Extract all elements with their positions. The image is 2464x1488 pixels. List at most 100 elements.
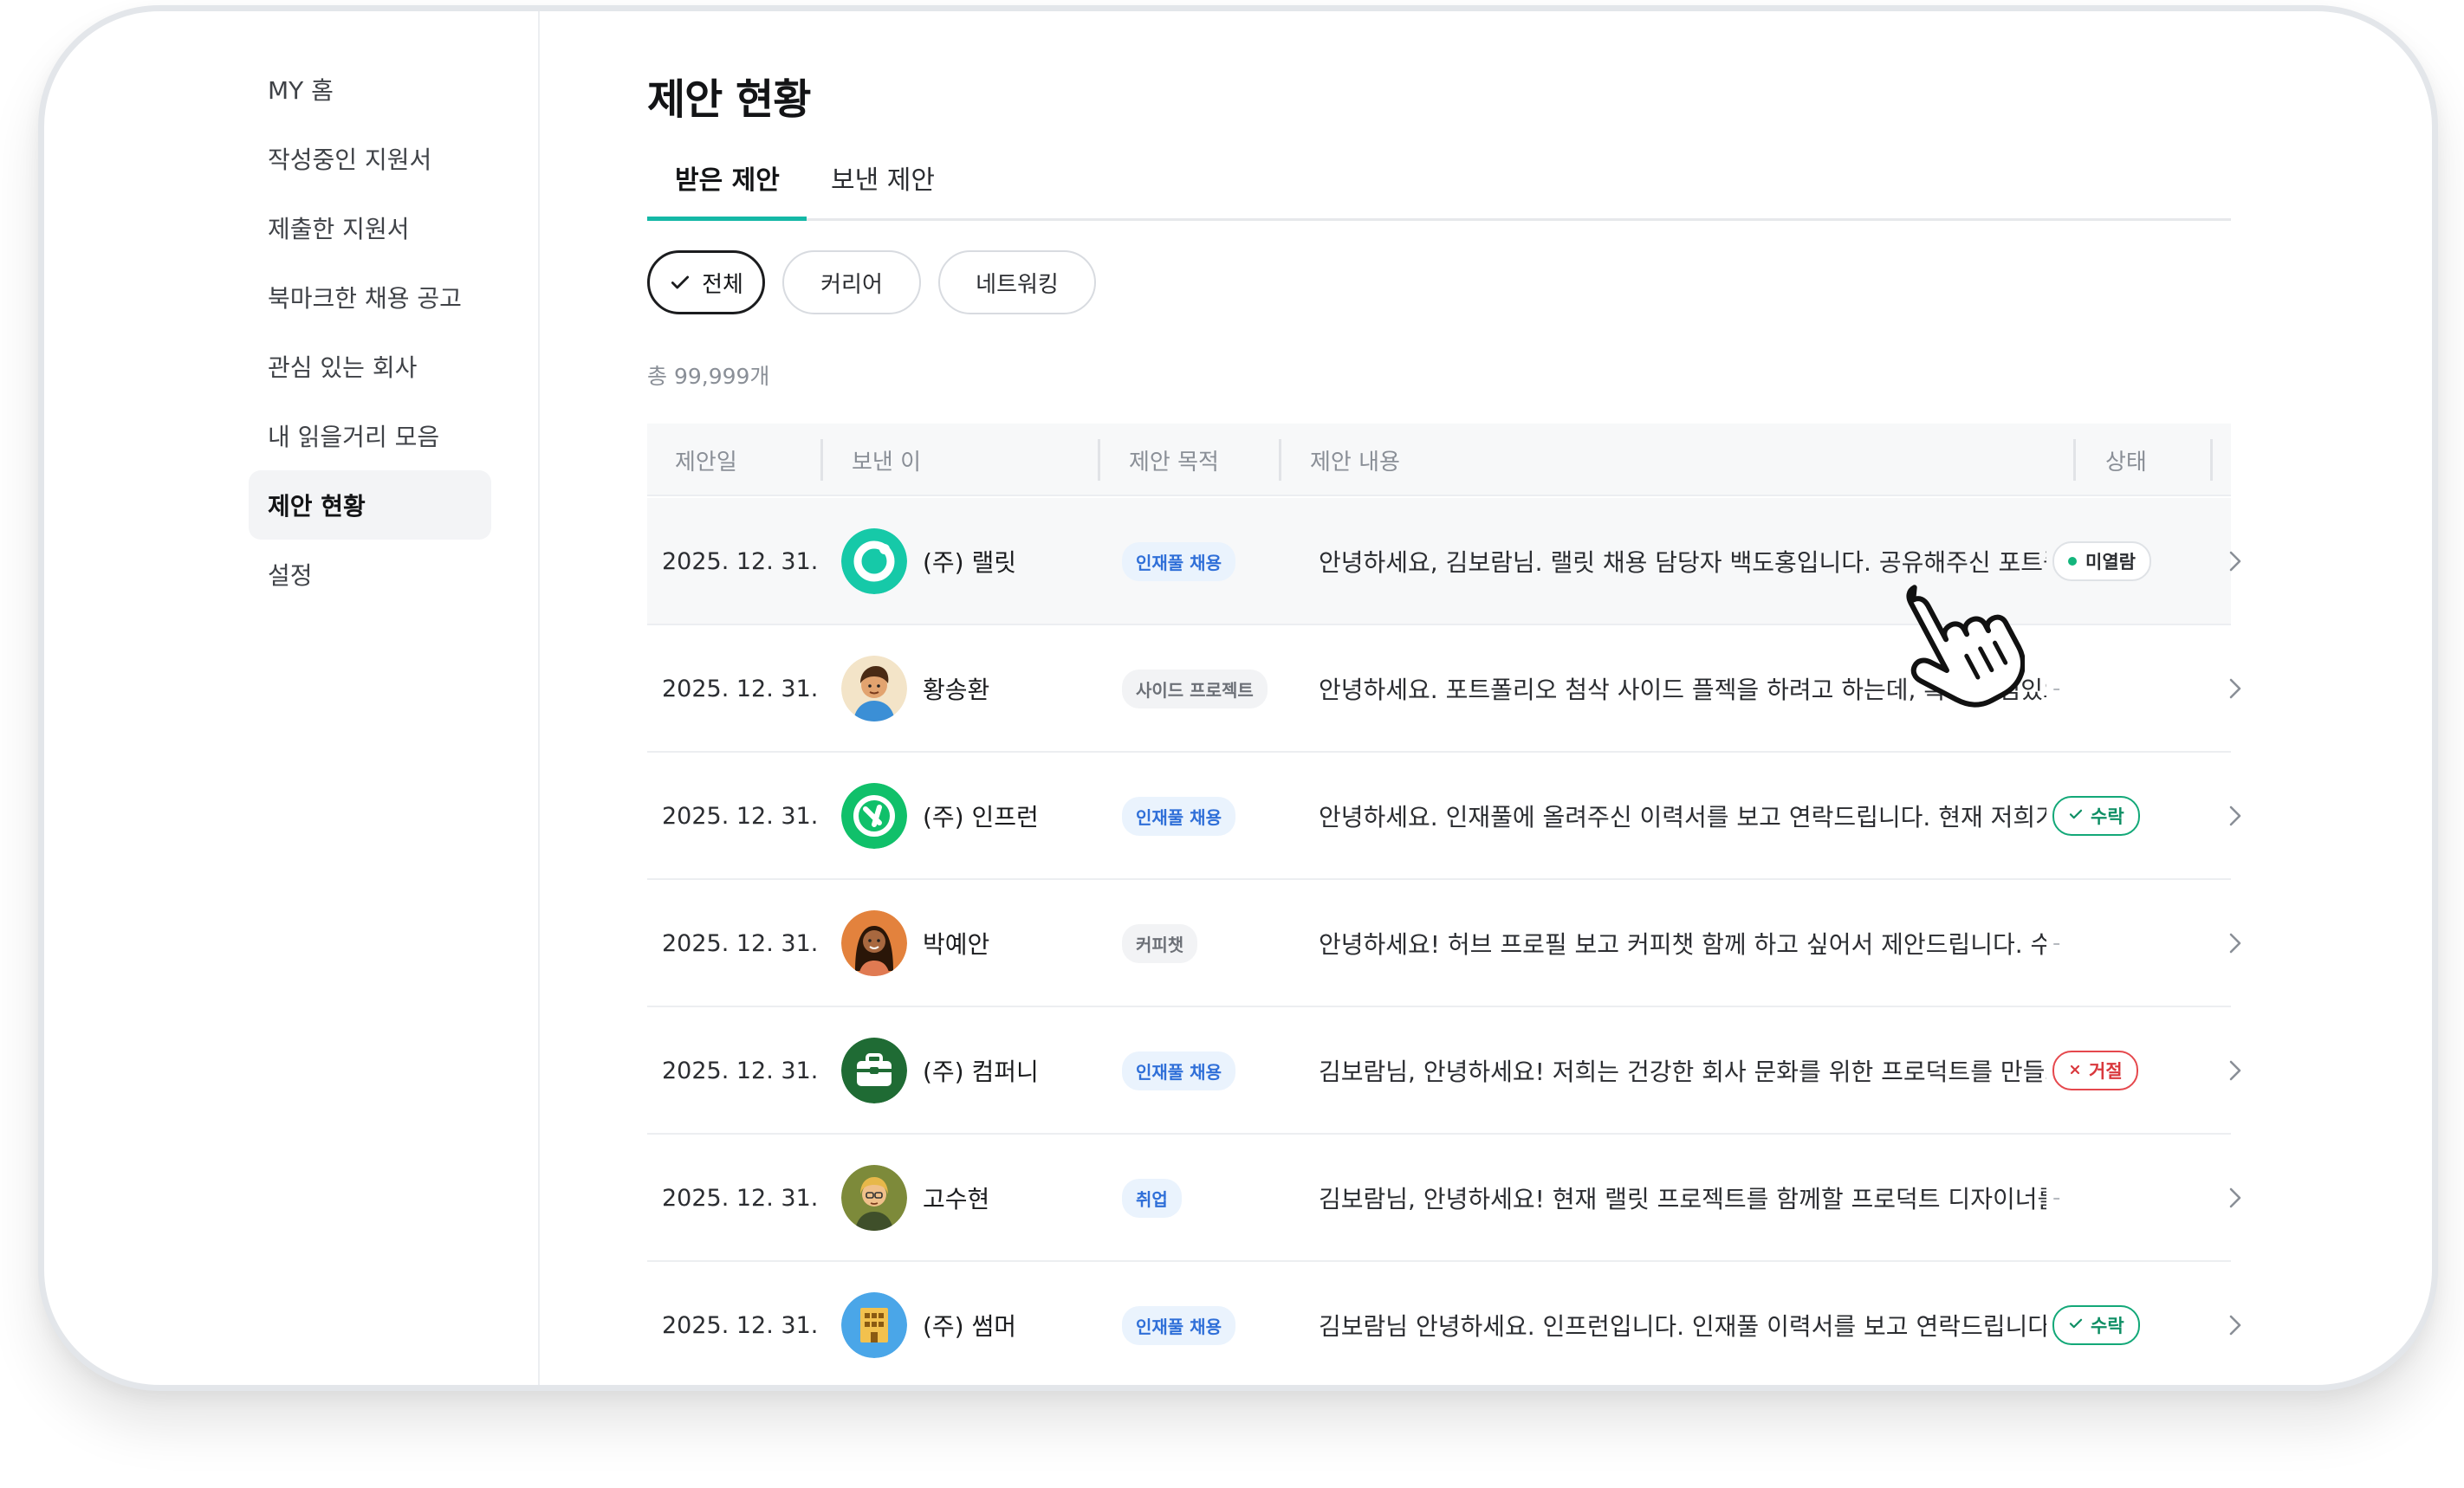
sender-name: (주) 썸머 (923, 1312, 1017, 1341)
status-empty: - (2052, 930, 2061, 956)
check-icon (2068, 805, 2091, 826)
offer-date: 2025. 12. 31. (662, 675, 819, 702)
sender-name: 고수현 (923, 1185, 990, 1213)
total-count: 총 99,999개 (647, 364, 770, 389)
table-row[interactable]: 2025. 12. 31. (주) 썸머 인재풀 채용 김보람님 안녕하세요. 인프런… (647, 1262, 2241, 1385)
sidebar-item-companies[interactable]: 관심 있는 회사 (249, 332, 491, 401)
offer-content: 김보람님, 안녕하세요! 저희는 건강한 회사 문화를 위한 프로덕트를 만들고… (1319, 1058, 2046, 1086)
filter-chip-networking[interactable]: 네트워킹 (938, 250, 1096, 314)
chevron-right-icon[interactable] (2222, 753, 2248, 879)
sidebar-item-label: 북마크한 채용 공고 (268, 284, 462, 313)
purpose-badge: 인재풀 채용 (1122, 1051, 1235, 1090)
building-logo (841, 1292, 907, 1358)
offer-content: 안녕하세요! 허브 프로필 보고 커피챗 함께 하고 싶어서 제안드립니다. 수… (1319, 930, 2046, 959)
purpose-badge: 사이드 프로젝트 (1122, 669, 1268, 708)
sidebar-item-drafts[interactable]: 작성중인 지원서 (249, 124, 491, 193)
column-divider[interactable] (2073, 439, 2076, 481)
filter-chip-label: 네트워킹 (976, 271, 1059, 298)
chevron-right-icon[interactable] (2222, 1262, 2248, 1385)
sender-name: (주) 컴퍼니 (923, 1058, 1039, 1086)
purpose-badge: 인재풀 채용 (1122, 541, 1235, 581)
table-row[interactable]: 2025. 12. 31. (주) 인프런 인재풀 채용 안녕하세요. 인재풀에 올려… (647, 753, 2241, 880)
column-header-purpose[interactable]: 제안 목적 (1129, 424, 1219, 496)
status-cell: - (2052, 625, 2060, 752)
chevron-right-icon[interactable] (2222, 880, 2248, 1006)
status-cell: 수락 (2052, 1262, 2140, 1385)
tab-sent[interactable]: 보낸 제안 (831, 159, 935, 221)
purpose-badge: 인재풀 채용 (1122, 796, 1235, 836)
chevron-right-icon[interactable] (2222, 1007, 2248, 1134)
sidebar-item-my-home[interactable]: MY 홈 (249, 55, 491, 124)
sender-name: (주) 인프런 (923, 803, 1039, 831)
person-avatar-1 (841, 656, 907, 721)
table-row[interactable]: 2025. 12. 31. (주) 컴퍼니 인재풀 채용 김보람님, 안녕하세요! 저… (647, 1007, 2241, 1135)
tab-received[interactable]: 받은 제안 (675, 159, 780, 221)
column-header-sender[interactable]: 보낸 이 (852, 424, 921, 496)
purpose-cell: 인재풀 채용 (1122, 1262, 1235, 1385)
status-empty: - (2052, 1185, 2061, 1211)
status-label: 거절 (2089, 1061, 2123, 1082)
sidebar-item-offers[interactable]: 제안 현황 (249, 470, 491, 540)
offer-date: 2025. 12. 31. (662, 547, 819, 575)
tab-label: 보낸 제안 (831, 165, 935, 196)
column-divider[interactable] (1098, 439, 1100, 481)
briefcase-logo (841, 1038, 907, 1103)
app-window: MY 홈 작성중인 지원서 제출한 지원서 북마크한 채용 공고 관심 있는 회… (38, 5, 2438, 1391)
column-divider[interactable] (2210, 439, 2213, 481)
column-header-date[interactable]: 제안일 (675, 424, 737, 496)
purpose-badge: 커피챗 (1122, 923, 1198, 963)
table-row[interactable]: 2025. 12. 31. 고수현 취업 김보람님, 안녕하세요! 현재 랠릿 프로젝… (647, 1135, 2241, 1262)
close-icon (2068, 1060, 2089, 1081)
purpose-cell: 인재풀 채용 (1122, 498, 1235, 624)
tab-label: 받은 제안 (675, 165, 780, 196)
sender-name: 박예안 (923, 930, 990, 959)
filter-chip-all[interactable]: 전체 (647, 250, 765, 314)
status-cell: 미열람 (2052, 498, 2151, 624)
purpose-cell: 사이드 프로젝트 (1122, 625, 1268, 752)
column-header-status[interactable]: 상태 (2105, 424, 2147, 496)
sidebar-item-label: 제안 현황 (268, 492, 366, 521)
status-badge-accepted: 수락 (2052, 796, 2140, 836)
status-cell: - (2052, 880, 2060, 1006)
sidebar-item-submitted[interactable]: 제출한 지원서 (249, 193, 491, 262)
offer-content: 김보람님 안녕하세요. 인프런입니다. 인재풀 이력서를 보고 연락드립니다..… (1319, 1312, 2046, 1341)
status-empty: - (2052, 676, 2061, 702)
chevron-right-icon[interactable] (2222, 625, 2248, 752)
status-badge-rejected: 거절 (2052, 1051, 2138, 1090)
column-header-content[interactable]: 제안 내용 (1310, 424, 1400, 496)
page-title: 제안 현황 (647, 75, 811, 124)
sidebar-item-reading-list[interactable]: 내 읽을거리 모음 (249, 401, 491, 470)
inflearn-logo (841, 783, 907, 849)
filter-chip-career[interactable]: 커리어 (782, 250, 921, 314)
offer-content: 김보람님, 안녕하세요! 현재 랠릿 프로젝트를 함께할 프로덕트 디자이너를.… (1319, 1185, 2046, 1213)
screen: MY 홈 작성중인 지원서 제출한 지원서 북마크한 채용 공고 관심 있는 회… (0, 0, 2464, 1488)
rallit-logo (841, 528, 907, 594)
sidebar-item-label: 작성중인 지원서 (268, 146, 432, 174)
status-label: 수락 (2091, 806, 2124, 827)
offer-content: 안녕하세요. 인재풀에 올려주신 이력서를 보고 연락드립니다. 현재 저희가.… (1319, 803, 2046, 831)
table-row[interactable]: 2025. 12. 31. 박예안 커피챗 안녕하세요! 허브 프로필 보고 커피챗 … (647, 880, 2241, 1007)
column-divider[interactable] (820, 439, 823, 481)
tab-active-indicator (647, 217, 807, 221)
offer-date: 2025. 12. 31. (662, 1311, 819, 1339)
status-label: 미열람 (2085, 552, 2136, 573)
chevron-right-icon[interactable] (2222, 498, 2248, 624)
sidebar-item-bookmarks[interactable]: 북마크한 채용 공고 (249, 262, 491, 332)
sidebar-item-label: MY 홈 (268, 76, 334, 105)
purpose-cell: 인재풀 채용 (1122, 1007, 1235, 1134)
table-header: 제안일 보낸 이 제안 목적 제안 내용 상태 (647, 424, 2231, 496)
status-badge-unread: 미열람 (2052, 541, 2151, 581)
column-divider[interactable] (1279, 439, 1281, 481)
sidebar-item-label: 내 읽을거리 모음 (268, 423, 440, 451)
hand-pointer-cursor-icon (1906, 585, 2025, 708)
filter-chip-label: 커리어 (820, 271, 883, 298)
offer-date: 2025. 12. 31. (662, 1184, 819, 1212)
check-icon (2068, 1315, 2091, 1336)
chevron-right-icon[interactable] (2222, 1135, 2248, 1261)
status-cell: 수락 (2052, 753, 2140, 879)
status-badge-accepted: 수락 (2052, 1305, 2140, 1345)
person-avatar-2 (841, 910, 907, 976)
sidebar-item-settings[interactable]: 설정 (249, 540, 491, 609)
purpose-cell: 인재풀 채용 (1122, 753, 1235, 879)
sender-name: (주) 랠릿 (923, 548, 1017, 577)
